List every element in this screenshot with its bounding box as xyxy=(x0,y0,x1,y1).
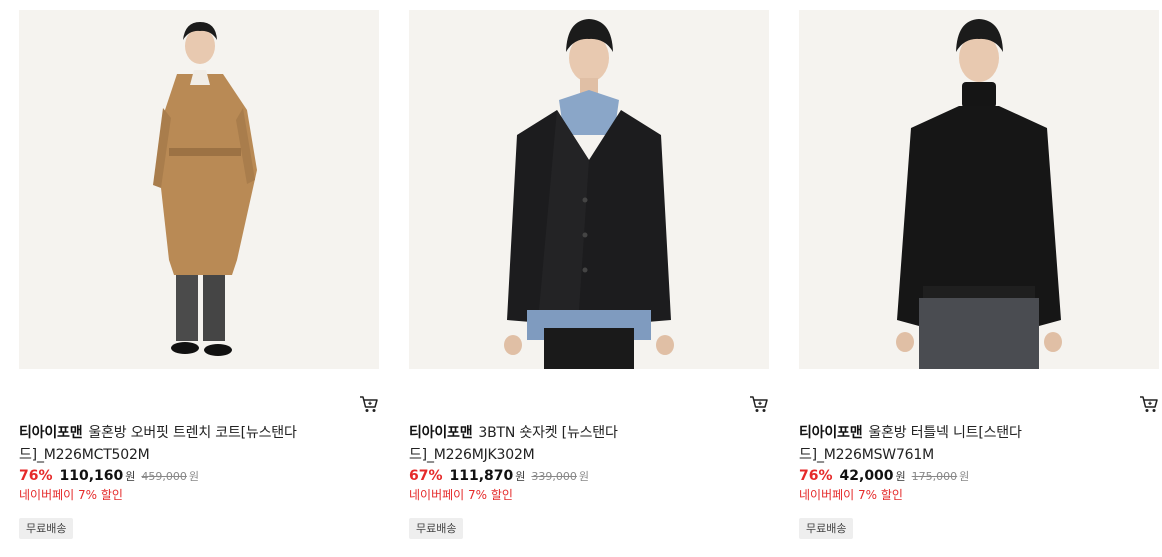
npay-discount-text: 네이버페이 7% 할인 xyxy=(409,488,513,502)
turtleneck-knit-photo xyxy=(799,10,1159,369)
shopping-cart-icon xyxy=(750,396,768,412)
product-image[interactable] xyxy=(409,10,769,369)
price-row: 76% 110,160 원 459,000 원 xyxy=(19,468,199,488)
product-image[interactable] xyxy=(19,10,379,369)
product-card[interactable]: 티아이포맨 3BTN 숏자켓 [뉴스탠다드]_M226MJK302M 67% 11… xyxy=(409,10,769,557)
npay-discount-text: 네이버페이 7% 할인 xyxy=(799,488,903,502)
add-to-cart-button[interactable] xyxy=(749,394,769,414)
currency-label: 원 xyxy=(515,470,526,483)
shopping-cart-icon xyxy=(360,396,378,412)
add-to-cart-button[interactable] xyxy=(1139,394,1159,414)
price-row: 76% 42,000 원 175,000 원 xyxy=(799,468,969,488)
product-title[interactable]: 티아이포맨 3BTN 숏자켓 [뉴스탠다드]_M226MJK302M xyxy=(409,422,739,466)
original-currency-label: 원 xyxy=(188,470,200,483)
original-currency-label: 원 xyxy=(578,470,590,483)
price-row: 67% 111,870 원 339,000 원 xyxy=(409,468,589,488)
free-shipping-badge: 무료배송 xyxy=(799,518,854,539)
discount-rate: 76% xyxy=(799,468,833,484)
npay-discount-text: 네이버페이 7% 할인 xyxy=(19,488,123,502)
product-title[interactable]: 티아이포맨 울혼방 오버핏 트렌치 코트[뉴스탠다드]_M226MCT502M xyxy=(19,422,349,466)
original-price: 459,000 xyxy=(141,470,187,483)
brand-name: 티아이포맨 xyxy=(409,425,473,441)
currency-label: 원 xyxy=(125,470,136,483)
black-jacket-photo xyxy=(409,10,769,369)
product-grid: 티아이포맨 울혼방 오버핏 트렌치 코트[뉴스탠다드]_M226MCT502M 7… xyxy=(19,10,1162,557)
brand-name: 티아이포맨 xyxy=(799,425,863,441)
free-shipping-badge: 무료배송 xyxy=(409,518,464,539)
discount-rate: 67% xyxy=(409,468,443,484)
product-image[interactable] xyxy=(799,10,1159,369)
original-price: 175,000 xyxy=(911,470,958,483)
shopping-cart-icon xyxy=(1140,396,1158,412)
free-shipping-badge: 무료배송 xyxy=(19,518,74,539)
sale-price: 110,160 xyxy=(59,468,124,484)
original-currency-label: 원 xyxy=(959,470,970,483)
brand-name: 티아이포맨 xyxy=(19,425,83,441)
trench-coat-photo xyxy=(19,10,379,369)
product-card[interactable]: 티아이포맨 울혼방 터틀넥 니트[스탠다드]_M226MSW761M 76% 42… xyxy=(799,10,1159,557)
discount-rate: 76% xyxy=(19,468,53,484)
sale-price: 111,870 xyxy=(449,468,514,484)
original-price: 339,000 xyxy=(531,470,577,483)
product-card[interactable]: 티아이포맨 울혼방 오버핏 트렌치 코트[뉴스탠다드]_M226MCT502M 7… xyxy=(19,10,379,557)
sale-price: 42,000 xyxy=(839,468,894,484)
add-to-cart-button[interactable] xyxy=(359,394,379,414)
product-title[interactable]: 티아이포맨 울혼방 터틀넥 니트[스탠다드]_M226MSW761M xyxy=(799,422,1129,466)
currency-label: 원 xyxy=(895,470,906,483)
